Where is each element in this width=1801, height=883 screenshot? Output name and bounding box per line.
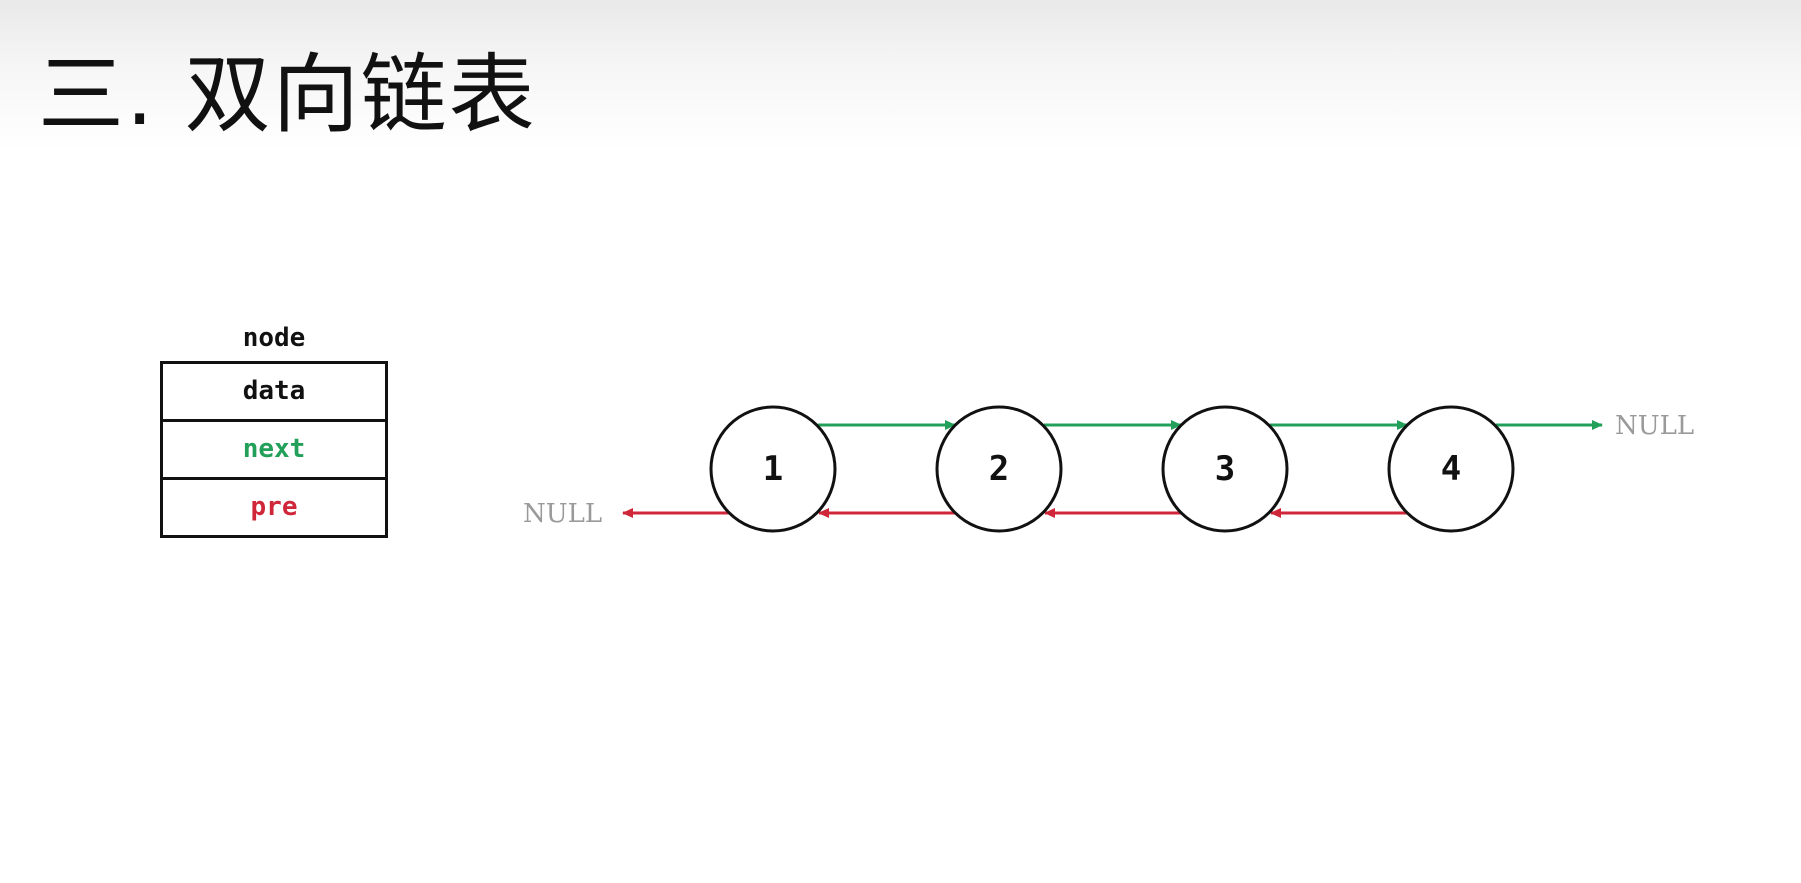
list-node-1: 1 bbox=[709, 405, 837, 533]
doubly-linked-list-diagram: 1 2 3 4 NULL NULL bbox=[523, 405, 1694, 533]
node-label-1: 1 bbox=[763, 449, 783, 489]
list-node-2: 2 bbox=[935, 405, 1063, 533]
null-label-right: NULL bbox=[1615, 411, 1694, 441]
node-label-4: 4 bbox=[1441, 449, 1461, 489]
null-label-left: NULL bbox=[523, 499, 602, 529]
list-node-4: 4 bbox=[1387, 405, 1515, 533]
node-label-3: 3 bbox=[1215, 449, 1235, 489]
list-node-3: 3 bbox=[1161, 405, 1289, 533]
node-label-2: 2 bbox=[989, 449, 1009, 489]
